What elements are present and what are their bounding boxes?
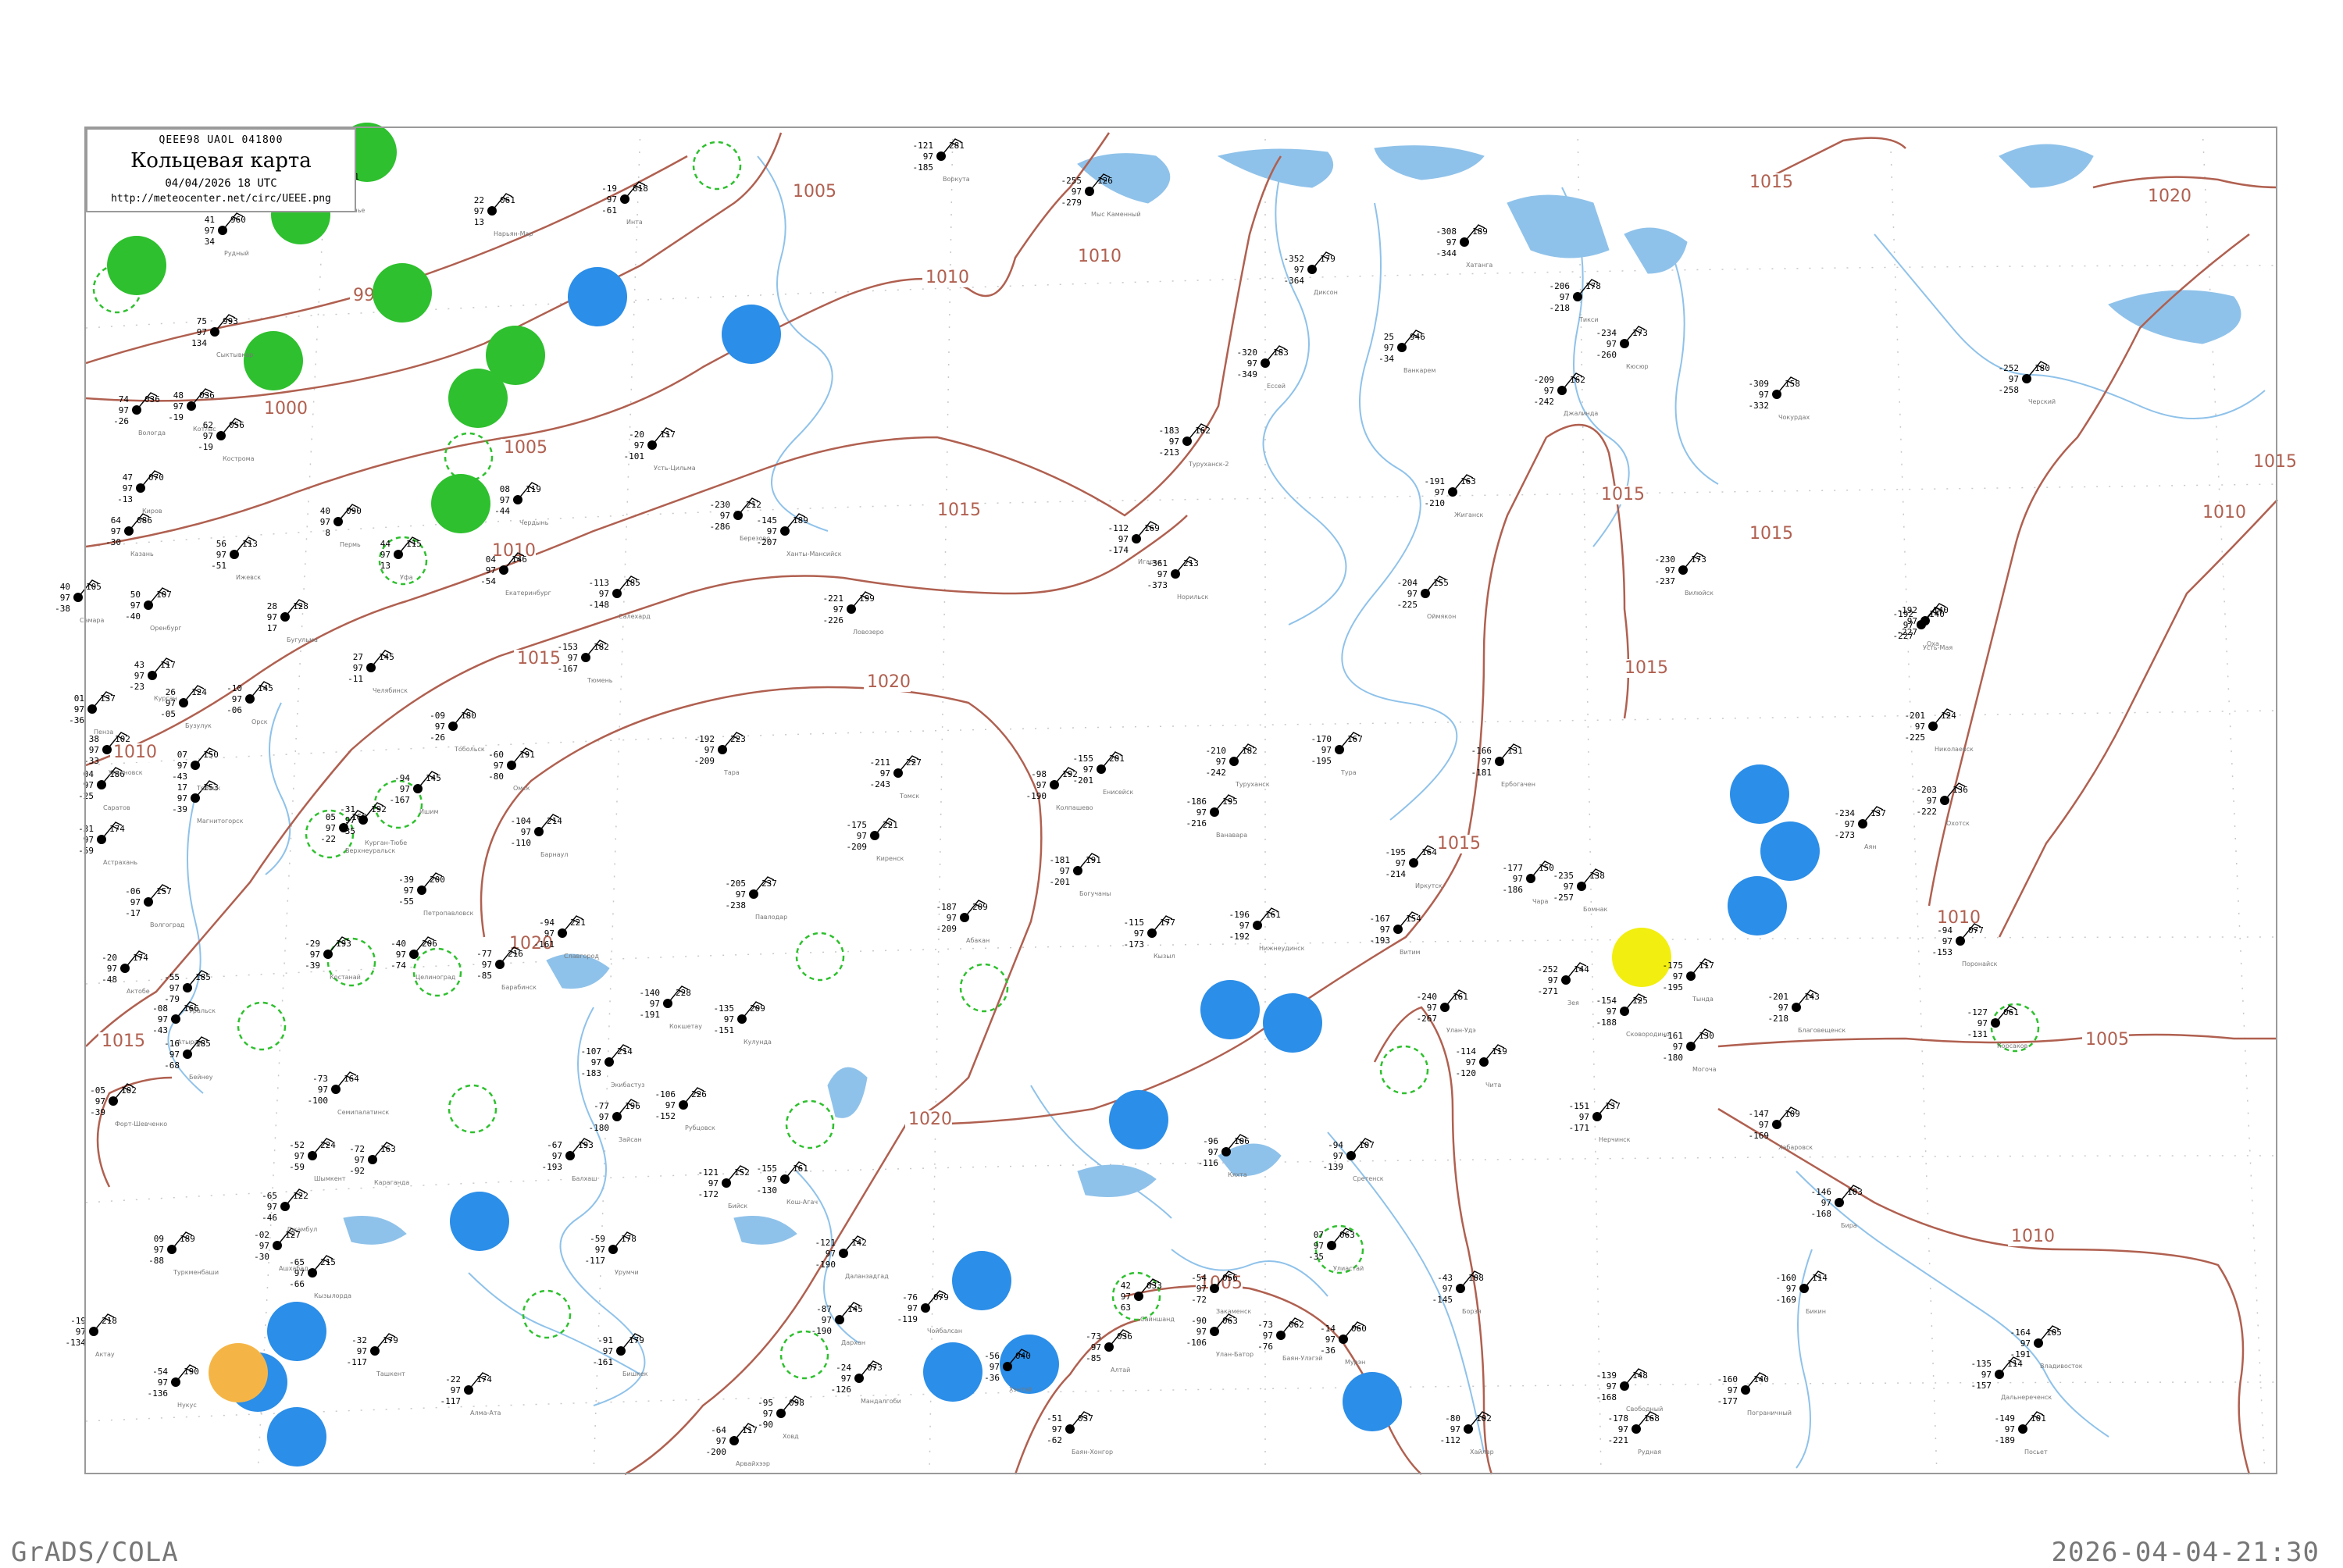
station-dewpoint: -38: [55, 604, 70, 614]
map-frame: [84, 127, 2277, 1474]
station-temperature: 01: [74, 693, 84, 704]
station-visibility: 97: [74, 704, 84, 715]
station-dewpoint: -134: [66, 1338, 87, 1348]
header-date: 04/04/2026 18 UTC: [165, 177, 277, 190]
station-dewpoint: -36: [69, 715, 84, 725]
header-box: QEEE98 UAOL 041800 Кольцевая карта 04/04…: [86, 128, 356, 212]
header-title: Кольцевая карта: [130, 149, 312, 173]
footer-software-label: GrADS/COLA: [11, 1537, 179, 1568]
header-code: QEEE98 UAOL 041800: [159, 134, 284, 146]
station-visibility: 97: [60, 593, 70, 603]
footer-timestamp: 2026-04-04-21:30: [2051, 1537, 2320, 1568]
station-temperature: 40: [60, 582, 70, 592]
header-url: http://meteocenter.net/circ/UEEE.png: [111, 193, 331, 205]
